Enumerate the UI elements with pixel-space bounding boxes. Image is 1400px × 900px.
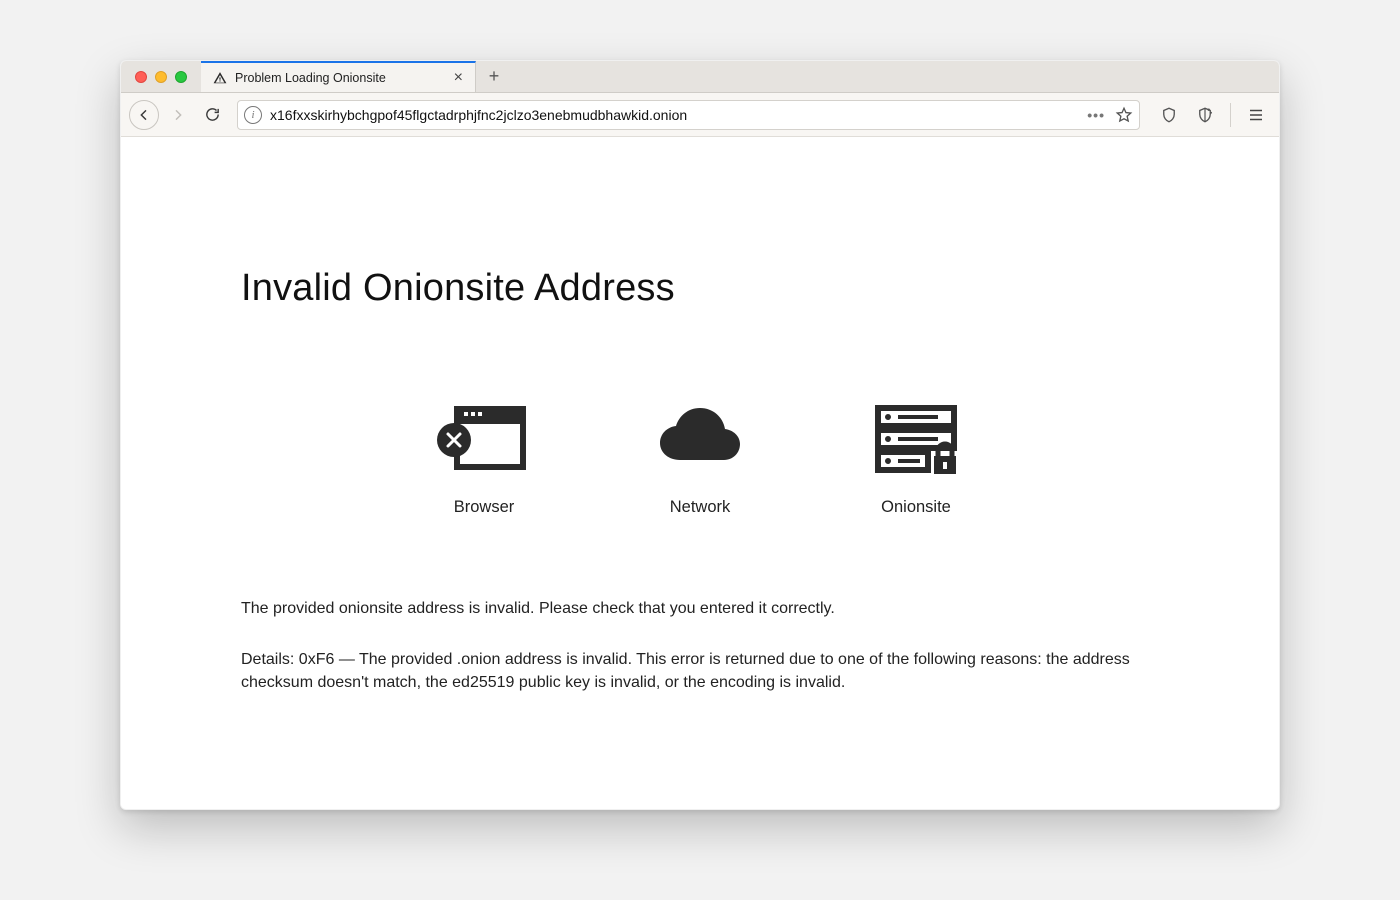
diagram-onionsite-label: Onionsite — [881, 498, 951, 517]
diagram-network: Network — [652, 400, 748, 517]
page-title: Invalid Onionsite Address — [241, 267, 1159, 310]
toolbar: i ••• — [121, 93, 1279, 137]
site-info-icon[interactable]: i — [244, 106, 262, 124]
page-content: Invalid Onionsite Address Browser — [121, 137, 1279, 809]
error-diagram: Browser Network — [241, 400, 1159, 517]
window-close-dot[interactable] — [135, 71, 147, 83]
warning-icon — [213, 71, 227, 85]
toolbar-separator — [1230, 103, 1231, 127]
bookmark-star-icon[interactable] — [1115, 106, 1133, 124]
app-menu-icon[interactable] — [1241, 100, 1271, 130]
url-bar[interactable]: i ••• — [237, 100, 1140, 130]
browser-window: Problem Loading Onionsite × + i ••• — [120, 60, 1280, 810]
error-description: The provided onionsite address is invali… — [241, 597, 1159, 695]
close-tab-icon[interactable]: × — [452, 70, 465, 86]
tab-strip: Problem Loading Onionsite × + — [121, 61, 1279, 93]
new-tab-button[interactable]: + — [476, 61, 512, 92]
diagram-network-label: Network — [670, 498, 731, 517]
window-controls — [121, 61, 201, 92]
diagram-browser: Browser — [436, 400, 532, 517]
url-input[interactable] — [270, 107, 1079, 123]
browser-error-icon — [436, 400, 532, 476]
window-zoom-dot[interactable] — [175, 71, 187, 83]
cloud-icon — [652, 400, 748, 476]
error-details: Details: 0xF6 — The provided .onion addr… — [241, 648, 1159, 694]
page-actions-icon[interactable]: ••• — [1087, 107, 1105, 123]
window-minimize-dot[interactable] — [155, 71, 167, 83]
diagram-onionsite: Onionsite — [868, 400, 964, 517]
tab-active[interactable]: Problem Loading Onionsite × — [201, 61, 476, 92]
forward-button[interactable] — [163, 100, 193, 130]
server-lock-icon — [868, 400, 964, 476]
reload-button[interactable] — [197, 100, 227, 130]
url-bar-right: ••• — [1087, 106, 1133, 124]
shield-icon[interactable] — [1154, 100, 1184, 130]
back-button[interactable] — [129, 100, 159, 130]
error-message: The provided onionsite address is invali… — [241, 597, 1159, 620]
tab-title: Problem Loading Onionsite — [235, 71, 386, 85]
toolbar-right — [1150, 100, 1271, 130]
security-level-icon[interactable] — [1190, 100, 1220, 130]
diagram-browser-label: Browser — [454, 498, 515, 517]
